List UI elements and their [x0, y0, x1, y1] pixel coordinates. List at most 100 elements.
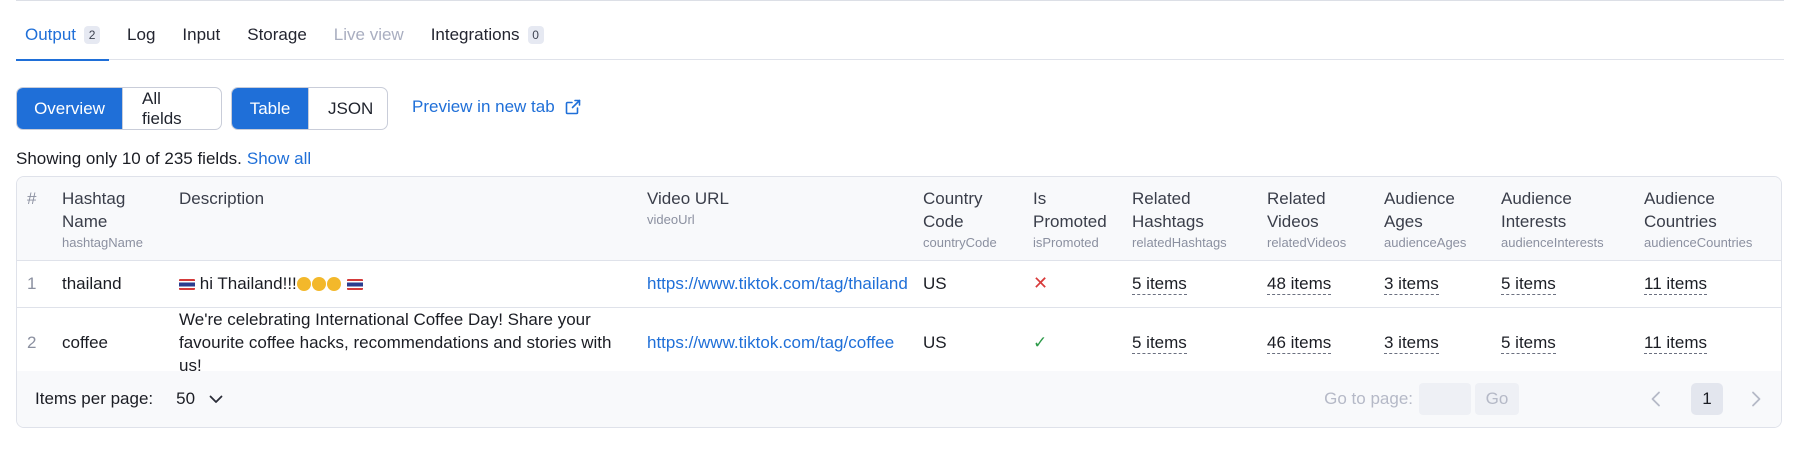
cell-video-url: https://www.tiktok.com/tag/coffee: [639, 307, 915, 377]
table-header-row: # Hashtag Name hashtagName Description Vi…: [17, 177, 1781, 260]
cell-related-videos: 48 items: [1259, 260, 1376, 307]
audience-interests-items[interactable]: 5 items: [1501, 332, 1556, 354]
column-title: Is Promoted: [1033, 189, 1107, 231]
column-key: relatedHashtags: [1132, 235, 1227, 250]
cell-description: We're celebrating International Coffee D…: [179, 309, 612, 375]
column-header-related-hashtags[interactable]: Related Hashtags relatedHashtags: [1124, 177, 1259, 260]
fields-notice: Showing only 10 of 235 fields. Show all: [16, 149, 311, 169]
related-videos-items[interactable]: 48 items: [1267, 274, 1332, 295]
column-key: audienceAges: [1384, 235, 1467, 250]
json-button[interactable]: JSON: [308, 88, 387, 129]
cell-video-url: https://www.tiktok.com/tag/thailand: [639, 260, 915, 307]
column-title: Country Code: [923, 189, 983, 231]
overview-button[interactable]: Overview: [17, 88, 122, 129]
cell-audience-interests: 5 items: [1493, 307, 1636, 377]
tab-storage[interactable]: Storage: [238, 10, 316, 60]
preview-in-new-tab-link[interactable]: Preview in new tab: [412, 97, 581, 117]
thai-flag-icon: [179, 279, 195, 290]
row-index: 2: [27, 332, 37, 352]
column-key: relatedVideos: [1267, 235, 1347, 250]
top-divider: [16, 0, 1784, 1]
view-mode-toggle: Overview All fields: [16, 87, 222, 130]
emoji-icon: [311, 277, 326, 291]
show-all-link[interactable]: Show all: [247, 149, 311, 168]
items-per-page-select[interactable]: 50: [176, 389, 223, 409]
column-header-is-promoted[interactable]: Is Promoted isPromoted: [1025, 177, 1124, 260]
preview-link-label: Preview in new tab: [412, 97, 555, 116]
current-page-button[interactable]: 1: [1691, 383, 1723, 415]
column-key: audienceInterests: [1501, 235, 1604, 250]
column-header-related-videos[interactable]: Related Videos relatedVideos: [1259, 177, 1376, 260]
related-hashtags-items[interactable]: 5 items: [1132, 274, 1187, 295]
dataset-table: # Hashtag Name hashtagName Description Vi…: [16, 176, 1782, 428]
audience-ages-items[interactable]: 3 items: [1384, 274, 1439, 295]
tab-integrations-count: 0: [527, 26, 544, 44]
tab-input[interactable]: Input: [173, 10, 229, 60]
column-title: Audience Countries: [1644, 189, 1717, 231]
column-header-description[interactable]: Description: [171, 177, 639, 260]
emoji-icon: [296, 277, 311, 291]
tab-log[interactable]: Log: [118, 10, 164, 60]
audience-ages-items[interactable]: 3 items: [1384, 332, 1439, 354]
audience-countries-items[interactable]: 11 items: [1644, 332, 1707, 354]
go-to-page: Go to page: Go: [1324, 371, 1519, 427]
column-header-video-url[interactable]: Video URL videoUrl: [639, 177, 915, 260]
cell-audience-ages: 3 items: [1376, 260, 1493, 307]
cell-hashtag-name: coffee: [62, 332, 109, 352]
fields-notice-text: Showing only 10 of 235 fields.: [16, 149, 242, 168]
column-header-hashtag-name[interactable]: Hashtag Name hashtagName: [54, 177, 171, 260]
column-header-country-code[interactable]: Country Code countryCode: [915, 177, 1025, 260]
format-toggle: Table JSON: [231, 87, 388, 130]
cell-hashtag-name: thailand: [62, 274, 122, 293]
go-to-page-input[interactable]: [1419, 383, 1471, 415]
column-title: Hashtag Name: [62, 189, 126, 231]
tab-live-view: Live view: [325, 10, 413, 60]
cell-related-hashtags: 5 items: [1124, 307, 1259, 377]
table-row: 1 thailand hi Thailand!!! https://www.ti…: [17, 260, 1781, 307]
tab-integrations[interactable]: Integrations 0: [422, 10, 553, 60]
audience-countries-items[interactable]: 11 items: [1644, 274, 1707, 295]
tab-log-label: Log: [127, 25, 156, 44]
cell-country-code: US: [923, 332, 947, 352]
table-row: 2 coffee We're celebrating International…: [17, 307, 1781, 377]
cell-related-videos: 46 items: [1259, 307, 1376, 377]
cross-icon: ✕: [1033, 273, 1049, 293]
related-videos-items[interactable]: 46 items: [1267, 332, 1332, 354]
table-button[interactable]: Table: [232, 88, 308, 129]
all-fields-button[interactable]: All fields: [122, 88, 221, 129]
column-header-audience-countries[interactable]: Audience Countries audienceCountries: [1636, 177, 1781, 260]
related-hashtags-items[interactable]: 5 items: [1132, 332, 1187, 354]
chevron-right-icon[interactable]: [1751, 391, 1761, 407]
run-tabs: Output 2 Log Input Storage Live view Int…: [16, 10, 1784, 61]
cell-audience-interests: 5 items: [1493, 260, 1636, 307]
cell-audience-ages: 3 items: [1376, 307, 1493, 377]
column-key: videoUrl: [647, 212, 695, 227]
column-key: countryCode: [923, 235, 997, 250]
go-button[interactable]: Go: [1475, 383, 1519, 415]
cell-description: hi Thailand!!!: [171, 260, 639, 307]
emoji-icon: [326, 277, 341, 291]
column-key: audienceCountries: [1644, 235, 1753, 250]
column-title: Video URL: [647, 189, 729, 208]
audience-interests-items[interactable]: 5 items: [1501, 274, 1556, 295]
cell-country-code: US: [923, 274, 947, 293]
column-title: Related Hashtags: [1132, 189, 1204, 231]
cell-is-promoted: ✓: [1025, 307, 1124, 377]
tab-storage-label: Storage: [247, 25, 307, 44]
items-per-page-label: Items per page:: [35, 389, 154, 408]
tab-live-view-label: Live view: [333, 25, 404, 44]
column-title: Related Videos: [1267, 189, 1326, 231]
check-icon: ✓: [1033, 332, 1048, 352]
column-header-audience-interests[interactable]: Audience Interests audienceInterests: [1493, 177, 1636, 260]
video-url-link[interactable]: https://www.tiktok.com/tag/coffee: [647, 333, 894, 352]
pagination-footer: Items per page: 50 Go to page: Go 1: [17, 371, 1781, 427]
tab-input-label: Input: [182, 25, 221, 44]
tab-output[interactable]: Output 2: [16, 10, 110, 61]
chevron-left-icon[interactable]: [1651, 391, 1661, 407]
tab-integrations-label: Integrations: [430, 25, 520, 44]
video-url-link[interactable]: https://www.tiktok.com/tag/thailand: [647, 274, 908, 293]
column-key: hashtagName: [62, 235, 143, 250]
cell-audience-countries: 11 items: [1636, 260, 1781, 307]
column-header-audience-ages[interactable]: Audience Ages audienceAges: [1376, 177, 1493, 260]
description-text: hi Thailand!!!: [199, 274, 297, 293]
